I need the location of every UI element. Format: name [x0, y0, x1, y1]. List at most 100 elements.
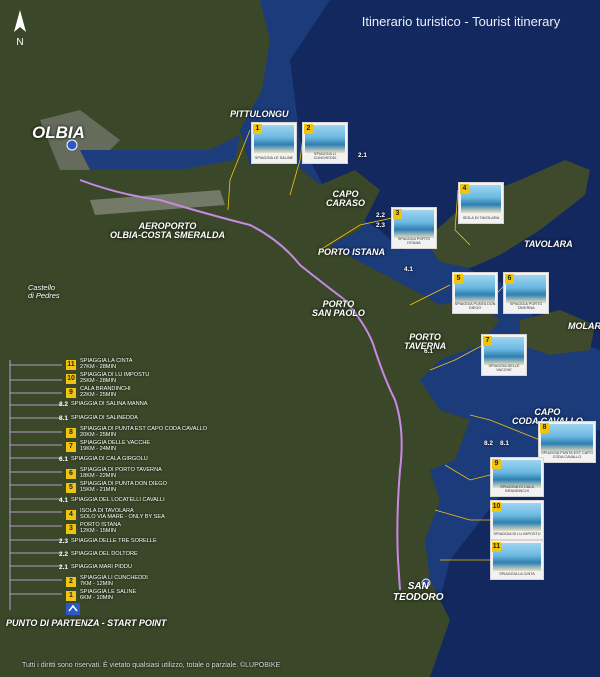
- point-2-2: 2.2: [376, 212, 386, 219]
- legend-text: ISOLA DI TAVOLARA SOLO VIA MARE - ONLY B…: [80, 507, 165, 520]
- legend-item: 8 SPIAGGIA DI PUNTA EST CAPO CODA CAVALLO…: [66, 426, 207, 439]
- photo-thumbnail: 6 SPIAGGIA PORTO TAVERNA: [503, 272, 549, 314]
- legend-text: SPIAGGIA LE SALINE 6KM - 10MIN: [80, 588, 137, 601]
- legend-text: SPIAGGIA DEL LOCATELLI CAVALLI: [71, 496, 165, 503]
- photo-number: 8: [540, 423, 549, 433]
- photo-number: 9: [492, 459, 501, 469]
- photo-caption: SPIAGGIA LI CUNCHEDDI: [313, 152, 337, 161]
- legend-badge: 10: [66, 373, 76, 384]
- legend-item: 2.2 SPIAGGIA DEL DOLTORE: [59, 548, 138, 561]
- point-4-1: 4.1: [404, 266, 414, 273]
- photo-number: 1: [253, 124, 262, 134]
- legend-badge: 3: [66, 523, 76, 534]
- legend-text: SPIAGGIA DELLE VACCHE 19KM - 24MIN: [80, 439, 151, 452]
- photo-caption: SPIAGGIA LE SALINE: [254, 156, 294, 161]
- legend-code: 2.1: [58, 564, 68, 571]
- legend-badge: 4: [66, 509, 76, 520]
- legend-text: SPIAGGIA DI PUNTA EST CAPO CODA CAVALLO …: [80, 425, 208, 438]
- point-8-1: 8.1: [500, 440, 510, 447]
- photo-number: 7: [483, 336, 492, 346]
- photo-caption: SPIAGGIA LA CINTA: [499, 572, 535, 577]
- legend-badge: 1: [66, 590, 76, 601]
- legend-item: 11 SPIAGGIA LA CINTA 27KM - 28MIN: [66, 358, 132, 371]
- photo-thumbnail: 9 SPIAGGIA DI CALA BRANDINCHI: [490, 457, 544, 497]
- legend-badge: 7: [66, 441, 76, 452]
- legend-badge: 6: [66, 468, 76, 479]
- photo-thumbnail: 8 SPIAGGIA PUNTA EST CAPO CODA CAVALLO: [538, 421, 596, 463]
- legend-text: SPIAGGIA LA CINTA 27KM - 28MIN: [80, 357, 133, 370]
- legend-text: SPIAGGIA DI SALINEDDA: [71, 414, 138, 421]
- label-castello: Castello di Pedres: [28, 283, 60, 300]
- legend-text: SPIAGGIA DI CALA GIRGOLU: [71, 455, 148, 462]
- photo-caption: ISOLA DI TAVOLARA: [462, 216, 500, 221]
- legend-item: 4 ISOLA DI TAVOLARA SOLO VIA MARE - ONLY …: [66, 508, 165, 521]
- photo-number: 6: [505, 274, 514, 284]
- legend-code: 2.3: [58, 538, 68, 545]
- map-title: Itinerario turistico - Tourist itinerary: [361, 14, 561, 29]
- photo-caption: SPIAGGIA PUNTA DON DIEGO: [454, 302, 496, 311]
- photo-thumbnail: 4 ISOLA DI TAVOLARA: [458, 182, 504, 224]
- legend-text: SPIAGGIA DI LU IMPOSTU 25KM - 28MIN: [80, 371, 150, 384]
- point-2-3: 2.3: [376, 222, 386, 229]
- point-6-1: 6.1: [424, 348, 434, 355]
- photo-number: 4: [460, 184, 469, 194]
- photo-number: 11: [492, 542, 501, 552]
- north-arrow-icon: N: [14, 10, 26, 48]
- legend-item: 2.1 SPIAGGIA MARI PIDDU: [59, 561, 132, 574]
- legend-item: 10 SPIAGGIA DI LU IMPOSTU 25KM - 28MIN: [66, 372, 149, 385]
- legend-text: SPIAGGIA DELLE TRE SORELLE: [71, 537, 157, 544]
- legend-badge: 8: [66, 427, 76, 438]
- legend-text: CALA BRANDINCHI 22KM - 25MIN: [80, 385, 131, 398]
- photo-caption: SPIAGGIA PUNTA EST CAPO CODA CAVALLO: [541, 451, 593, 460]
- label-porto-istana: PORTO ISTANA: [318, 247, 386, 257]
- photo-caption: SPIAGGIA DI LU IMPOSTU: [493, 532, 541, 537]
- label-san-teodoro: SAN TEODORO: [393, 581, 444, 603]
- legend-text: SPIAGGIA DI SALINA MANNA: [71, 400, 148, 407]
- label-pittulongu: PITTULONGU: [230, 109, 289, 119]
- photo-thumbnail: 3 SPIAGGIA PORTO ISTANA: [391, 207, 437, 249]
- photo-thumbnail: 5 SPIAGGIA PUNTA DON DIEGO: [452, 272, 498, 314]
- legend-code: 2.2: [58, 551, 68, 558]
- legend-badge: 11: [66, 359, 76, 370]
- legend-text: SPIAGGIA MARI PIDDU: [71, 563, 132, 570]
- compass: N: [8, 8, 32, 48]
- legend-code: 8.1: [58, 415, 68, 422]
- itinerary-legend: 11 SPIAGGIA LA CINTA 27KM - 28MIN 10 SPIAG…: [8, 354, 238, 615]
- photo-number: 10: [492, 502, 501, 512]
- legend-badge: 2: [66, 576, 76, 587]
- photo-caption: SPIAGGIA PORTO ISTANA: [397, 237, 431, 246]
- legend-item: 7 SPIAGGIA DELLE VACCHE 19KM - 24MIN: [66, 440, 150, 453]
- legend-text: SPIAGGIA DI PORTO TAVERNA 18KM - 22MIN: [80, 466, 162, 479]
- legend-text: PORTO ISTANA 12KM - 15MIN: [80, 521, 122, 534]
- legend-item: 2.3 SPIAGGIA DELLE TRE SORELLE: [59, 535, 157, 548]
- label-capo-caraso: CAPO CARASO: [326, 189, 366, 209]
- compass-label: N: [16, 37, 23, 48]
- legend-item: 8.2 SPIAGGIA DI SALINA MANNA: [59, 398, 148, 411]
- label-molara: MOLARA: [568, 321, 600, 331]
- legend-text: SPIAGGIA DEL DOLTORE: [71, 550, 138, 557]
- point-8-2: 8.2: [484, 440, 494, 447]
- copyright-footer: Tutti i diritti sono riservati. È vietat…: [22, 662, 281, 669]
- legend-item: 6.1 SPIAGGIA DI CALA GIRGOLU: [59, 453, 148, 466]
- legend-item: 6 SPIAGGIA DI PORTO TAVERNA 18KM - 22MIN: [66, 467, 162, 480]
- photo-thumbnail: 11 SPIAGGIA LA CINTA: [490, 540, 544, 580]
- legend-badge: 9: [66, 387, 76, 398]
- photo-number: 2: [304, 124, 313, 134]
- photo-thumbnail: 1 SPIAGGIA LE SALINE: [251, 122, 297, 164]
- legend-text: SPIAGGIA DI PUNTA DON DIEGO 15KM - 21MIN: [80, 480, 167, 493]
- photo-caption: SPIAGGIA DELLE VACCHE: [488, 364, 520, 373]
- photo-caption: SPIAGGIA PORTO TAVERNA: [509, 302, 543, 311]
- legend-item: 4.1 SPIAGGIA DEL LOCATELLI CAVALLI: [59, 494, 165, 507]
- legend-code: 6.1: [58, 456, 68, 463]
- legend-code: 8.2: [58, 401, 68, 408]
- start-point-label: PUNTO DI PARTENZA - START POINT: [6, 618, 167, 628]
- label-porto-san-paolo: PORTO SAN PAOLO: [312, 299, 365, 319]
- photo-thumbnail: 7 SPIAGGIA DELLE VACCHE: [481, 334, 527, 376]
- start-icon: [66, 603, 80, 615]
- label-aeroporto: AEROPORTO OLBIA-COSTA SMERALDA: [110, 221, 225, 241]
- photo-thumbnail: 2 SPIAGGIA LI CUNCHEDDI: [302, 122, 348, 164]
- legend-item: 8.1 SPIAGGIA DI SALINEDDA: [59, 412, 138, 425]
- legend-code: 4.1: [58, 497, 68, 504]
- legend-item: 5 SPIAGGIA DI PUNTA DON DIEGO 15KM - 21MI…: [66, 481, 167, 494]
- point-2-1: 2.1: [358, 152, 368, 159]
